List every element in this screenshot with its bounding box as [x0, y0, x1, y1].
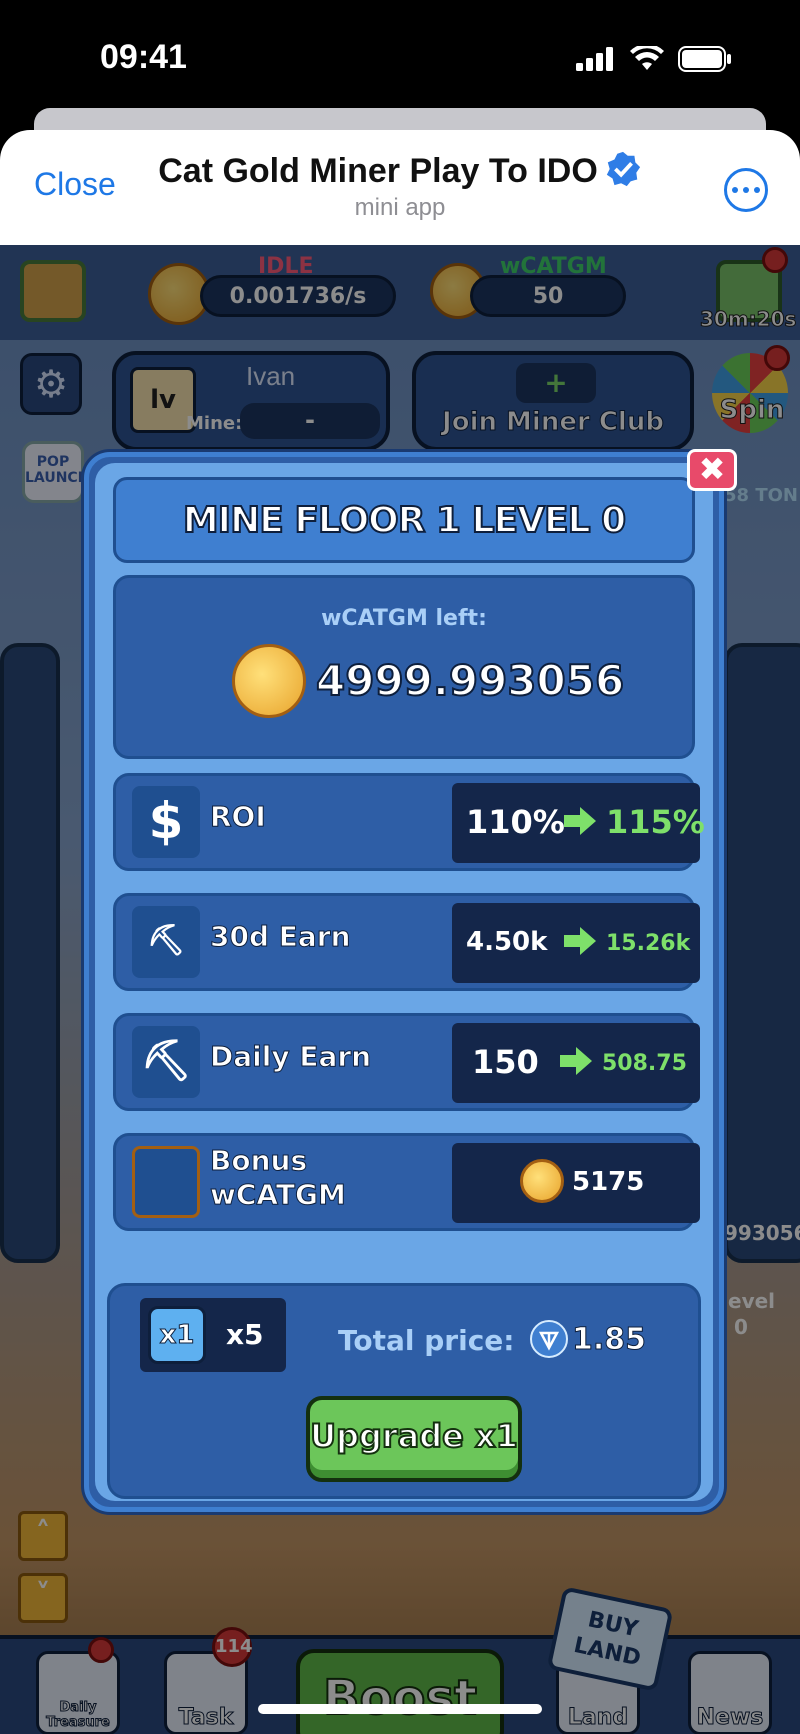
stat-row-daily-earn: ⛏ Daily Earn 150 508.75 — [113, 1013, 700, 1111]
app-title: Cat Gold Miner Play To IDO — [0, 150, 800, 191]
stat-row-30d-earn: ⛏ 30d Earn 4.50k 15.26k — [113, 893, 700, 991]
arrow-right-icon — [564, 807, 596, 835]
bonus-value: 5175 — [572, 1167, 645, 1197]
status-icons — [576, 46, 732, 72]
stat-next: 115% — [606, 803, 705, 841]
stat-values: 150 508.75 — [452, 1023, 700, 1103]
more-dot-icon — [732, 187, 738, 193]
purchase-box: x1 x5 Total price: 1.85 Upgrade x1 — [107, 1283, 701, 1499]
app-subtitle: mini app — [354, 194, 446, 221]
multiplier-x5-button[interactable]: x5 — [226, 1318, 264, 1351]
modal-body: MINE FLOOR 1 LEVEL 0 wCATGM left: 4999.9… — [95, 463, 713, 1501]
dollar-icon: $ — [132, 786, 200, 858]
token-left-label: wCATGM left: — [321, 606, 487, 631]
stat-values: 5175 — [452, 1143, 700, 1223]
app-title-text: Cat Gold Miner Play To IDO — [158, 152, 598, 190]
total-price-value: 1.85 — [571, 1322, 647, 1358]
cat-coin-icon — [132, 1146, 200, 1218]
stat-current: 110% — [466, 803, 565, 841]
stat-next: 15.26k — [606, 931, 691, 956]
token-left-box: wCATGM left: 4999.993056 — [113, 575, 695, 759]
status-bar: 09:41 — [0, 0, 800, 110]
verified-icon — [606, 151, 640, 187]
arrow-right-icon — [564, 927, 596, 955]
cat-coin-icon — [520, 1159, 564, 1203]
mine-carts-icon: ⛏ — [132, 906, 200, 978]
cat-coin-icon — [232, 644, 306, 718]
stat-label: ROI — [210, 800, 267, 834]
close-modal-icon[interactable]: ✖ — [687, 449, 737, 491]
token-left-value: 4999.993056 — [315, 655, 625, 706]
battery-icon — [678, 46, 731, 72]
total-price-label: Total price: — [338, 1324, 515, 1357]
multiplier-x1-button[interactable]: x1 — [148, 1306, 206, 1364]
ton-icon — [530, 1320, 568, 1358]
stat-next: 508.75 — [602, 1051, 687, 1076]
wifi-icon — [630, 46, 664, 70]
modal-title-box: MINE FLOOR 1 LEVEL 0 — [113, 477, 695, 563]
stat-label: 30d Earn — [210, 920, 352, 954]
upgrade-modal: MINE FLOOR 1 LEVEL 0 wCATGM left: 4999.9… — [84, 449, 737, 1512]
stat-current: 4.50k — [466, 927, 548, 957]
more-dot-icon — [754, 187, 760, 193]
stat-values: 110% 115% — [452, 783, 705, 863]
pickaxe-icon: ⛏ — [132, 1026, 200, 1098]
stat-values: 4.50k 15.26k — [452, 903, 700, 983]
stat-label: Daily Earn — [209, 1040, 372, 1074]
more-options-button[interactable] — [724, 168, 768, 212]
multiplier-selector: x1 x5 — [140, 1298, 286, 1372]
stat-current: 150 — [472, 1043, 539, 1081]
signal-icon — [576, 47, 613, 71]
stat-label: Bonus wCATGM — [210, 1144, 347, 1212]
stat-row-bonus: Bonus wCATGM 5175 — [113, 1133, 700, 1231]
home-indicator — [258, 1704, 542, 1714]
status-time: 09:41 — [100, 38, 187, 76]
arrow-right-icon — [560, 1047, 592, 1075]
upgrade-button[interactable]: Upgrade x1 — [306, 1396, 522, 1482]
more-dot-icon — [743, 187, 749, 193]
stat-row-roi: $ ROI 110% 115% — [113, 773, 705, 871]
modal-title: MINE FLOOR 1 LEVEL 0 — [182, 499, 627, 542]
